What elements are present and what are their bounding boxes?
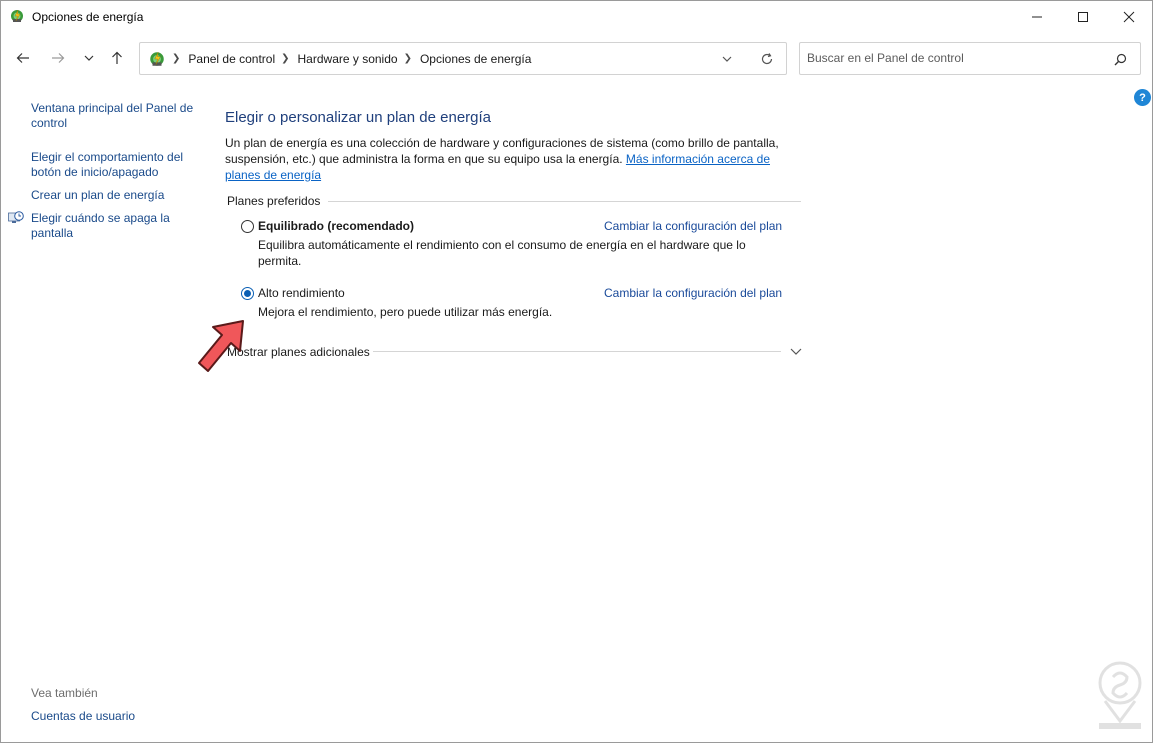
minimize-icon: [1032, 16, 1042, 17]
link-power-button-behavior[interactable]: Elegir el comportamiento del botón de in…: [31, 150, 199, 180]
plan-high-performance-description: Mejora el rendimiento, pero puede utiliz…: [258, 305, 553, 319]
see-also-heading: Vea también: [31, 686, 98, 700]
plan-balanced-description: Equilibra automáticamente el rendimiento…: [258, 238, 746, 268]
window-controls: [1014, 1, 1152, 32]
plan-balanced-radio[interactable]: [241, 220, 254, 233]
minimize-button[interactable]: [1014, 1, 1060, 32]
close-icon: [1123, 11, 1135, 22]
maximize-button[interactable]: [1060, 1, 1106, 32]
plan-high-performance-change-link[interactable]: Cambiar la configuración del plan: [604, 286, 782, 300]
help-button[interactable]: ?: [1134, 89, 1151, 106]
page-title: Elegir o personalizar un plan de energía: [225, 109, 492, 126]
power-options-window: Opciones de energía ❯ Panel de control ❯…: [0, 0, 1153, 743]
arrow-up-icon: [112, 51, 122, 64]
breadcrumb-separator-icon: ❯: [281, 53, 290, 64]
left-pane: Ventana principal del Panel de control E…: [1, 79, 206, 739]
recent-locations-button[interactable]: [80, 49, 98, 67]
search-input[interactable]: [807, 51, 1097, 65]
expand-chevron-icon[interactable]: [790, 347, 802, 357]
back-button[interactable]: [14, 49, 32, 67]
additional-plans-divider: [373, 351, 781, 352]
breadcrumb-opciones-de-energia[interactable]: Opciones de energía: [420, 52, 531, 66]
navigation-bar: ❯ Panel de control ❯ Hardware y sonido ❯…: [1, 39, 1152, 79]
watermark-logo-icon: [1098, 661, 1142, 729]
link-create-power-plan[interactable]: Crear un plan de energía: [31, 188, 199, 203]
plan-high-performance: Alto rendimiento Cambiar la configuració…: [241, 286, 801, 326]
power-options-icon: [11, 9, 23, 22]
plan-high-performance-name[interactable]: Alto rendimiento: [258, 286, 345, 300]
address-bar[interactable]: ❯ Panel de control ❯ Hardware y sonido ❯…: [139, 42, 787, 75]
group-divider: [325, 201, 801, 202]
chevron-down-icon: [84, 55, 94, 61]
arrow-right-icon: [52, 53, 65, 63]
intro-paragraph: Un plan de energía es una colección de h…: [225, 135, 801, 183]
link-display-off-time[interactable]: Elegir cuándo se apaga la pantalla: [31, 211, 199, 241]
plan-balanced: Equilibrado (recomendado) Cambiar la con…: [241, 219, 801, 269]
refresh-icon[interactable]: [760, 52, 774, 66]
breadcrumb-panel-de-control[interactable]: Panel de control: [188, 52, 275, 66]
breadcrumb-separator-icon: ❯: [403, 53, 412, 64]
search-box: [799, 42, 1141, 75]
close-button[interactable]: [1106, 1, 1152, 32]
window-title: Opciones de energía: [32, 10, 144, 24]
annotation-arrow-icon: [198, 320, 244, 372]
title-bar: Opciones de energía: [1, 1, 1152, 32]
forward-button[interactable]: [49, 49, 67, 67]
address-history-chevron-icon[interactable]: [720, 52, 734, 66]
breadcrumb-hardware-y-sonido[interactable]: Hardware y sonido: [298, 52, 398, 66]
link-control-panel-home[interactable]: Ventana principal del Panel de control: [31, 101, 199, 131]
search-icon[interactable]: [1114, 53, 1127, 66]
plan-balanced-change-link[interactable]: Cambiar la configuración del plan: [604, 219, 782, 233]
preferred-plans-label: Planes preferidos: [227, 194, 329, 208]
breadcrumb-separator-icon: ❯: [172, 53, 181, 64]
up-button[interactable]: [108, 49, 126, 67]
power-options-icon: [150, 51, 164, 66]
plan-high-performance-radio[interactable]: [241, 287, 254, 300]
link-user-accounts[interactable]: Cuentas de usuario: [31, 709, 199, 724]
plan-balanced-name[interactable]: Equilibrado (recomendado): [258, 219, 414, 233]
display-clock-icon: [8, 211, 24, 223]
arrow-left-icon: [16, 53, 29, 63]
maximize-icon: [1078, 11, 1088, 22]
